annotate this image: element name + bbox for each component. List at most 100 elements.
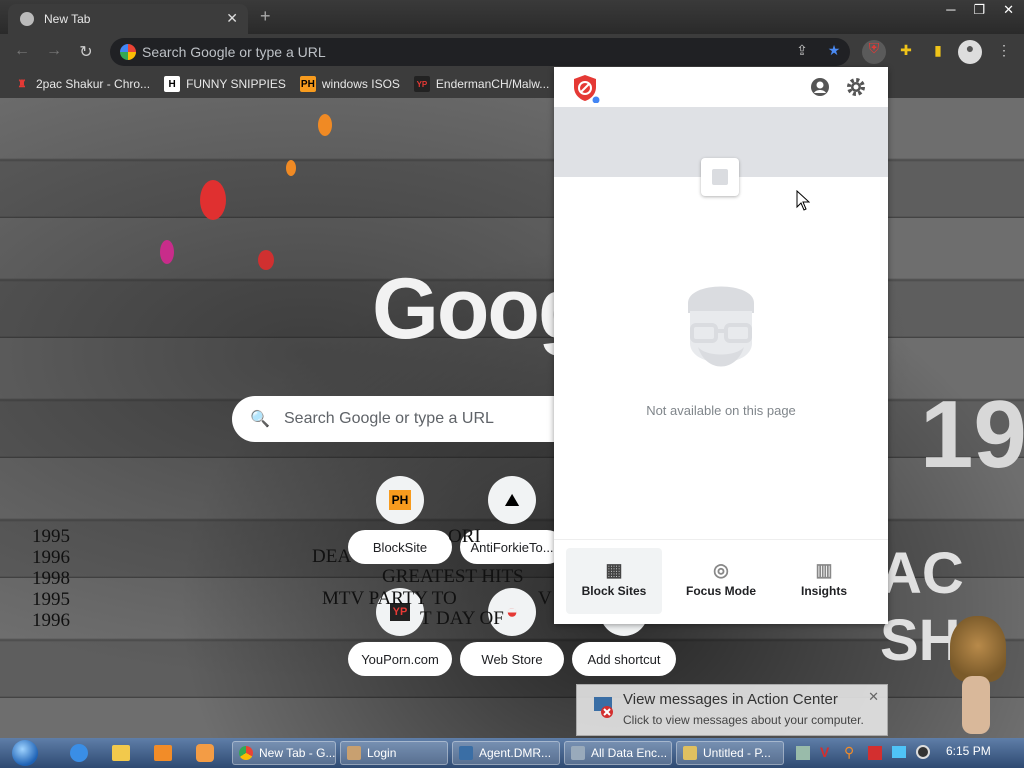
- wallpaper-number: 19: [920, 381, 1024, 488]
- chrome-icon: [239, 746, 253, 760]
- side-panel-icon[interactable]: ▮: [928, 42, 948, 62]
- bookmark-star-icon[interactable]: ★: [824, 42, 844, 62]
- window-app-icon: [459, 746, 473, 760]
- window-app-icon: [571, 746, 585, 760]
- paint-splat: [258, 250, 274, 270]
- taskbar-item-agent[interactable]: Agent.DMR...: [452, 741, 560, 765]
- shortcut-blocksite[interactable]: BlockSite: [348, 530, 452, 564]
- notification-close-icon[interactable]: ✕: [868, 689, 879, 705]
- insights-button[interactable]: ▥ Insights: [776, 548, 872, 614]
- search-icon: 🔍: [250, 411, 270, 428]
- action-center-tray-icon[interactable]: [868, 746, 882, 760]
- close-tab-icon[interactable]: ✕: [226, 10, 238, 27]
- back-icon[interactable]: ←: [12, 42, 32, 60]
- ph-icon: PH: [299, 76, 316, 92]
- shortcut-antiforkie-icon[interactable]: ⛰: [488, 476, 536, 524]
- tab-title: New Tab: [44, 12, 91, 26]
- profile-avatar-icon[interactable]: ●: [958, 40, 982, 64]
- taskbar-clock[interactable]: 6:15 PM: [946, 744, 991, 758]
- taskbar-item-login[interactable]: Login: [340, 741, 448, 765]
- window-controls: ─ ❐ ✕: [946, 2, 1014, 18]
- wallpaper-text: GREATEST HITS: [382, 566, 524, 587]
- maximize-button[interactable]: ❐: [973, 2, 985, 18]
- antivirus-tray-icon[interactable]: V: [820, 744, 829, 760]
- taskbar-item-paint[interactable]: Untitled - P...: [676, 741, 784, 765]
- popup-header: [554, 67, 888, 107]
- bookmark-item[interactable]: H FUNNY SNIPPIES: [164, 76, 286, 92]
- action-center-notification[interactable]: View messages in Action Center Click to …: [576, 684, 888, 736]
- tab-new-tab[interactable]: New Tab ✕: [8, 4, 248, 34]
- avatar-placeholder-icon: [688, 286, 754, 367]
- wallpaper-text: MTV PARTY TO: [322, 588, 457, 609]
- settings-gear-icon[interactable]: [846, 77, 866, 97]
- tray-icon[interactable]: [796, 746, 810, 760]
- share-icon[interactable]: ⇪: [792, 42, 812, 62]
- popup-footer-nav: ▦ Block Sites ◎ Focus Mode ▥ Insights: [554, 539, 888, 624]
- focus-mode-button[interactable]: ◎ Focus Mode: [673, 548, 769, 614]
- wallpaper-text: V: [538, 588, 552, 609]
- blocksite-logo-icon: [574, 75, 600, 103]
- yp-icon: YP: [413, 76, 430, 92]
- desktop-mascot-figure: [962, 676, 990, 734]
- app-quicklaunch-icon[interactable]: [196, 744, 214, 762]
- wallpaper-text: DEA: [312, 546, 352, 567]
- bookmark-item[interactable]: ♜ 2pac Shakur - Chro...: [14, 76, 151, 92]
- new-tab-button[interactable]: +: [260, 6, 271, 27]
- not-available-text: Not available on this page: [646, 403, 796, 418]
- minimize-button[interactable]: ─: [946, 2, 955, 18]
- taskbar-item-all-data[interactable]: All Data Enc...: [564, 741, 672, 765]
- search-tray-icon[interactable]: ⚲: [844, 744, 854, 761]
- paint-splat: [160, 240, 174, 264]
- shortcut-youporn[interactable]: YouPorn.com: [348, 642, 452, 676]
- paint-splat: [200, 180, 226, 220]
- tupac-icon: ♜: [17, 78, 27, 90]
- browser-toolbar: ← → ↻ Search Google or type a URL ⇪ ★ ⛨ …: [0, 34, 1024, 70]
- file-explorer-icon[interactable]: [112, 745, 130, 761]
- bookmark-item[interactable]: YP EndermanCH/Malw...: [413, 76, 549, 92]
- google-icon: [120, 44, 136, 60]
- wallpaper-text: T DAY OF: [420, 608, 504, 629]
- block-site-toggle[interactable]: [701, 158, 739, 196]
- block-sites-icon: ▦: [605, 560, 623, 580]
- focus-mode-icon: ◎: [713, 560, 729, 580]
- newtab-search-box[interactable]: 🔍 Search Google or type a URL: [232, 396, 562, 442]
- media-player-icon[interactable]: [154, 745, 172, 761]
- start-button[interactable]: [4, 738, 46, 768]
- omnibox[interactable]: Search Google or type a URL: [110, 38, 850, 66]
- login-app-icon: [347, 746, 361, 760]
- paint-app-icon: [683, 746, 697, 760]
- network-tray-icon[interactable]: [892, 746, 906, 758]
- account-icon[interactable]: [810, 77, 830, 97]
- blocksite-extension-icon[interactable]: ⛨: [862, 40, 886, 64]
- extensions-puzzle-icon[interactable]: ✚: [896, 42, 916, 62]
- paint-splat: [318, 114, 332, 136]
- notification-body: Click to view messages about your comput…: [623, 713, 864, 727]
- close-window-button[interactable]: ✕: [1003, 2, 1014, 18]
- wallpaper-years: 1995 1996 1998 1995 1996: [32, 526, 70, 631]
- menu-kebab-icon[interactable]: ⋮: [994, 42, 1014, 62]
- search-input[interactable]: Search Google or type a URL: [284, 410, 494, 428]
- shortcut-add[interactable]: Add shortcut: [572, 642, 676, 676]
- chrome-icon: [20, 12, 34, 26]
- forward-icon[interactable]: →: [44, 42, 64, 60]
- windows-orb-icon: [12, 740, 38, 766]
- shortcut-blocksite-icon[interactable]: PH: [376, 476, 424, 524]
- internet-explorer-icon[interactable]: [70, 744, 88, 762]
- bookmark-item[interactable]: PH windows ISOS: [299, 76, 400, 92]
- blocksite-popup: Not available on this page ▦ Block Sites…: [554, 67, 888, 624]
- taskbar-item-chrome[interactable]: New Tab - G...: [232, 741, 336, 765]
- action-center-flag-icon: [594, 697, 613, 718]
- desktop-mascot-hamster: [950, 616, 1006, 682]
- shortcut-webstore[interactable]: Web Store: [460, 642, 564, 676]
- reload-icon[interactable]: ↻: [76, 42, 96, 62]
- notification-title: View messages in Action Center: [623, 691, 838, 708]
- insights-icon: ▥: [815, 560, 833, 580]
- wallpaper-text: ORI: [448, 526, 481, 547]
- paint-splat: [286, 160, 296, 176]
- mouse-cursor-icon: [796, 190, 810, 211]
- h-icon: H: [164, 76, 181, 92]
- toggle-indicator: [712, 169, 728, 185]
- block-sites-button[interactable]: ▦ Block Sites: [566, 548, 662, 614]
- volume-tray-icon[interactable]: [916, 745, 930, 759]
- omnibox-input[interactable]: Search Google or type a URL: [142, 44, 326, 60]
